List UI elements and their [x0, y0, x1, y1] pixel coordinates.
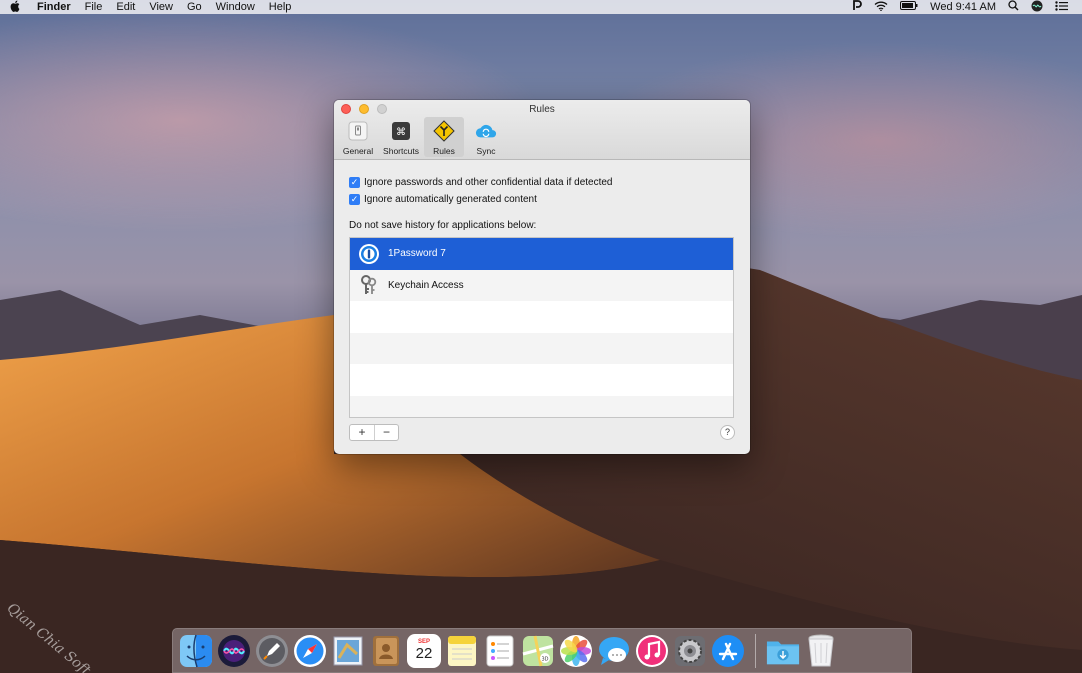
excluded-apps-label: Do not save history for applications bel… [349, 220, 537, 231]
empty-row [350, 395, 733, 417]
ignore-passwords-label: Ignore passwords and other confidential … [364, 177, 613, 188]
menu-window[interactable]: Window [209, 1, 262, 13]
empty-row [350, 301, 733, 333]
tab-sync[interactable]: Sync [466, 117, 506, 157]
siri-icon[interactable] [1031, 0, 1043, 15]
reminders-icon[interactable] [483, 634, 517, 668]
rules-pane: ✓ Ignore passwords and other confidentia… [334, 160, 750, 448]
contacts-icon[interactable] [369, 634, 403, 668]
tab-shortcuts-label: Shortcuts [383, 146, 419, 156]
dock: SEP 22 3D [172, 628, 912, 673]
ignore-passwords-option[interactable]: ✓ Ignore passwords and other confidentia… [349, 174, 735, 191]
preferences-toolbar: General ⌘ Shortcuts Rules Sync [338, 117, 506, 157]
tab-general-label: General [342, 146, 374, 156]
tab-sync-label: Sync [476, 146, 496, 156]
notes-icon[interactable] [445, 634, 479, 668]
remove-app-button[interactable]: − [374, 425, 398, 440]
menu-go[interactable]: Go [180, 1, 209, 13]
app-name: Keychain Access [388, 279, 464, 291]
spotlight-icon[interactable] [1008, 0, 1019, 14]
window-title: Rules [529, 104, 555, 115]
excluded-apps-list[interactable]: 1Password 7 Keychain Access [349, 237, 734, 418]
list-actions: + − ? [349, 418, 735, 448]
system-preferences-icon[interactable] [673, 634, 707, 668]
messages-icon[interactable] [597, 634, 631, 668]
itunes-icon[interactable] [635, 634, 669, 668]
ignore-passwords-checkbox[interactable]: ✓ [349, 177, 360, 188]
cloud-sync-icon [475, 120, 497, 142]
keychain-icon [358, 274, 380, 296]
list-item[interactable]: 1Password 7 [350, 238, 733, 270]
window-titlebar: Rules General ⌘ Shortcuts Rules Sync [334, 100, 750, 160]
app-name: 1Password 7 [388, 248, 446, 260]
pasteapp-status-icon[interactable] [853, 0, 862, 14]
general-icon [347, 120, 369, 142]
1password-icon [358, 243, 380, 265]
app-store-icon[interactable] [711, 634, 745, 668]
menu-help[interactable]: Help [262, 1, 299, 13]
ignore-generated-checkbox[interactable]: ✓ [349, 194, 360, 205]
menu-view[interactable]: View [142, 1, 180, 13]
svg-text:3D: 3D [541, 656, 548, 662]
notification-center-icon[interactable] [1055, 0, 1068, 14]
menu-bar: Finder File Edit View Go Window Help Wed… [0, 0, 1082, 14]
apple-menu-icon[interactable] [0, 0, 30, 15]
mail-icon[interactable] [331, 634, 365, 668]
rules-preferences-window: Rules General ⌘ Shortcuts Rules Sync ✓ I… [334, 100, 750, 454]
help-button[interactable]: ? [720, 425, 735, 440]
add-app-button[interactable]: + [350, 425, 374, 440]
menu-file[interactable]: File [78, 1, 110, 13]
list-item[interactable]: Keychain Access [350, 269, 733, 301]
tab-shortcuts[interactable]: ⌘ Shortcuts [380, 117, 422, 157]
command-key-icon: ⌘ [390, 120, 412, 142]
battery-icon[interactable] [900, 1, 918, 13]
siri-icon[interactable] [217, 634, 251, 668]
menu-finder[interactable]: Finder [30, 1, 78, 13]
safari-icon[interactable] [293, 634, 327, 668]
photos-icon[interactable] [559, 634, 593, 668]
menu-edit[interactable]: Edit [109, 1, 142, 13]
watermark-text: Qian Chia Soft [3, 600, 94, 673]
ignore-generated-label: Ignore automatically generated content [364, 194, 537, 205]
dock-separator [755, 633, 756, 668]
wifi-icon[interactable] [874, 1, 888, 14]
svg-text:⌘: ⌘ [396, 127, 406, 138]
road-sign-icon [433, 120, 455, 142]
maps-icon[interactable]: 3D [521, 634, 555, 668]
empty-row [350, 364, 733, 396]
downloads-folder-icon[interactable] [766, 634, 800, 668]
add-remove-buttons: + − [349, 424, 399, 441]
ignore-generated-option[interactable]: ✓ Ignore automatically generated content [349, 191, 735, 208]
launchpad-icon[interactable] [255, 634, 289, 668]
tab-general[interactable]: General [338, 117, 378, 157]
tab-rules-label: Rules [433, 146, 455, 156]
calendar-icon[interactable]: SEP 22 [407, 633, 441, 668]
empty-row [350, 332, 733, 364]
calendar-day: 22 [415, 645, 433, 662]
tab-rules[interactable]: Rules [424, 117, 464, 157]
menu-clock[interactable]: Wed 9:41 AM [930, 1, 996, 13]
trash-icon[interactable] [804, 634, 838, 668]
finder-icon[interactable] [179, 634, 213, 668]
